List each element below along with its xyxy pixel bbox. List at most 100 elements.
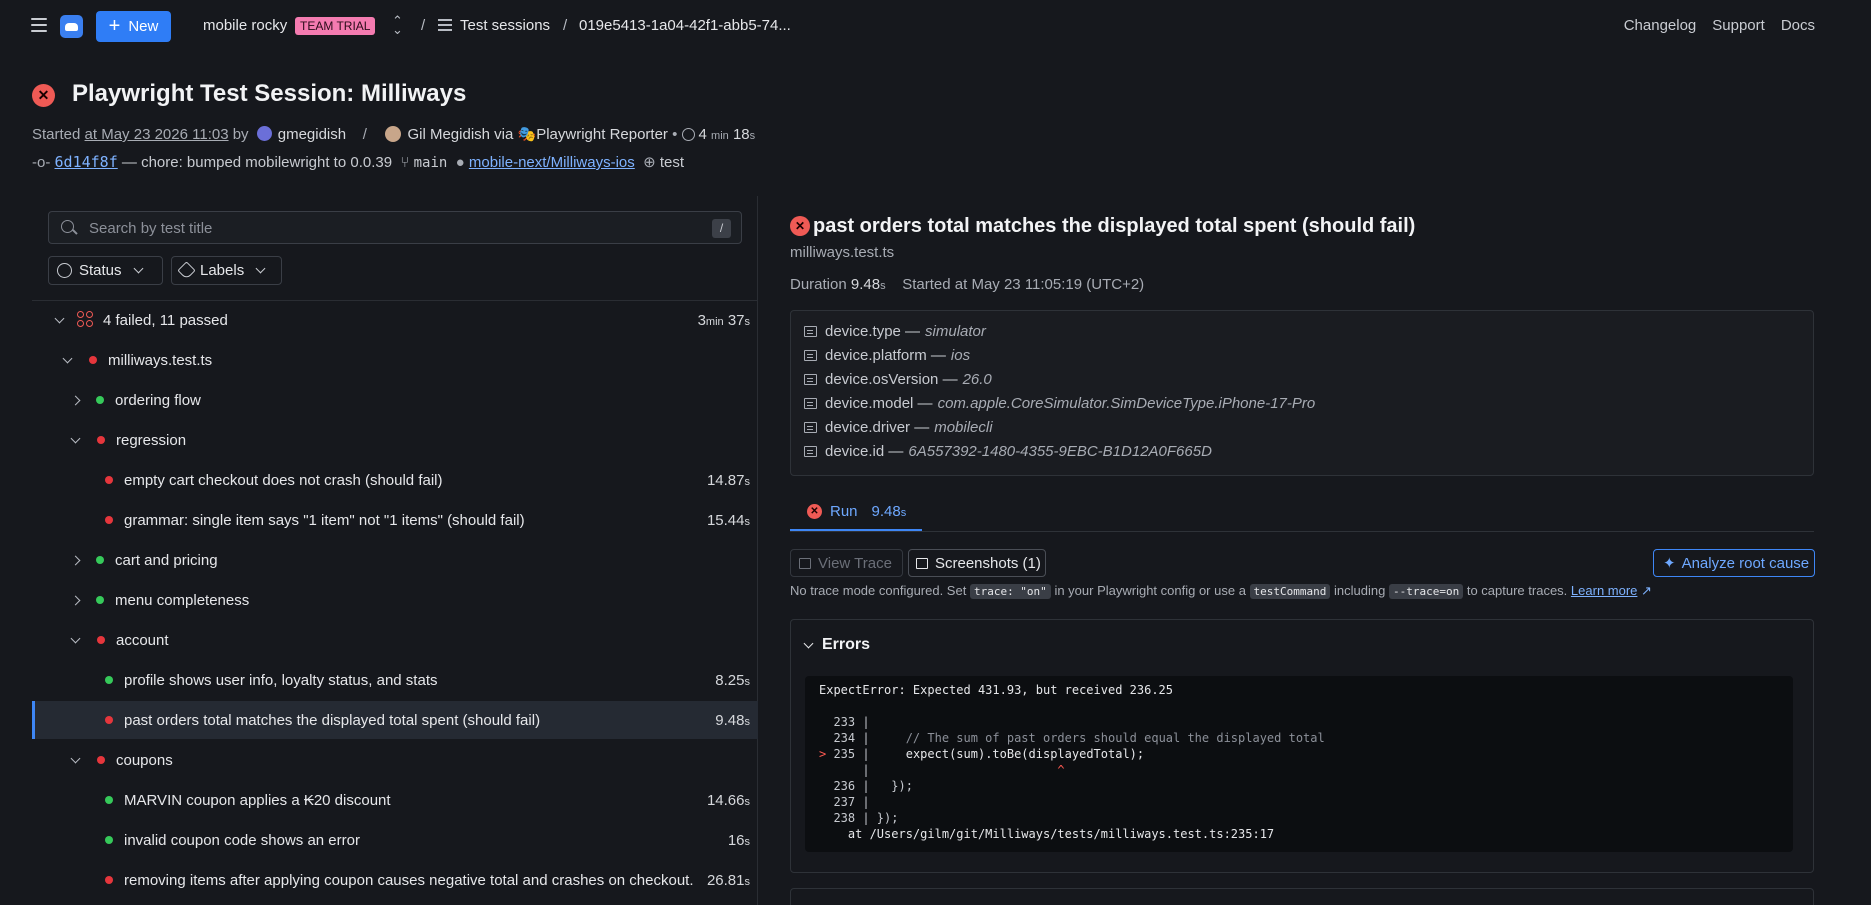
chevron-down-icon (133, 263, 143, 274)
trace-note: No trace mode configured. Set trace: "on… (790, 583, 1652, 599)
docs-link[interactable]: Docs (1781, 17, 1815, 34)
commit-sha-link[interactable]: 6d14f8f (55, 153, 118, 171)
learn-more-link[interactable]: Learn more (1571, 583, 1637, 598)
tree-group-cart-and-pricing[interactable]: cart and pricing (32, 541, 758, 579)
search-box: / (48, 211, 742, 244)
session-meta: Started at May 23 2026 11:03 by gmegidis… (32, 126, 756, 143)
user-avatar (256, 126, 272, 141)
labels-filter[interactable]: Labels (171, 256, 282, 285)
annotation-device-driver: device.driver — mobilecli (804, 419, 993, 436)
error-code-block: ExpectError: Expected 431.93, but receiv… (805, 676, 1793, 852)
circle-check-icon (57, 263, 72, 278)
commit-icon: -o- (32, 154, 51, 171)
search-input[interactable] (89, 218, 669, 238)
test-row[interactable]: empty cart checkout does not crash (shou… (32, 461, 758, 499)
test-row[interactable]: removing items after applying coupon cau… (32, 861, 758, 899)
chevron-down-icon (54, 313, 65, 323)
annotation-device-type: device.type — simulator (804, 323, 986, 340)
divider (790, 531, 1814, 532)
note-icon (804, 374, 817, 385)
app-logo[interactable] (60, 15, 83, 38)
chevron-down-icon (70, 433, 81, 443)
test-file: milliways.test.ts (790, 244, 895, 261)
tree-file-row[interactable]: milliways.test.ts (32, 341, 758, 379)
tree-group-menu-completeness[interactable]: menu completeness (32, 581, 758, 619)
environment: test (659, 154, 685, 171)
annotation-device-os-version: device.osVersion —26.0 (804, 371, 992, 388)
chevron-right-icon (70, 595, 81, 605)
failed-status-icon: ✕ (807, 504, 822, 519)
repo-link[interactable]: mobile-next/Milliways-ios (469, 154, 635, 171)
test-row-selected[interactable]: past orders total matches the displayed … (32, 701, 758, 739)
passed-dot (96, 396, 104, 404)
stack-location: at /Users/gilm/git/Milliways/tests/milli… (819, 827, 1275, 841)
test-row[interactable]: grammar: single item says "1 item" not "… (32, 501, 758, 539)
failed-dot (105, 516, 113, 524)
tab-run[interactable]: ✕ Run 9.48s (790, 494, 922, 532)
test-row[interactable]: profile shows user info, loyalty status,… (32, 661, 758, 699)
passed-dot (105, 796, 113, 804)
support-link[interactable]: Support (1712, 17, 1765, 34)
breadcrumb-separator: / (563, 17, 568, 34)
clock-icon (681, 128, 695, 141)
note-icon (804, 350, 817, 361)
author-avatar (385, 126, 402, 142)
tree-group-ordering-flow[interactable]: ordering flow (32, 381, 758, 419)
failed-dot (97, 636, 105, 644)
note-icon (804, 326, 817, 337)
chevron-down-icon (255, 263, 266, 274)
failed-status-icon: ✕ (790, 216, 810, 236)
reporter: Playwright Reporter (536, 126, 668, 143)
annotation-device-model: device.model — com.apple.CoreSimulator.Si… (804, 395, 1315, 412)
analyze-root-cause-button[interactable]: ✦ Analyze root cause (1653, 549, 1815, 577)
screenshots-button[interactable]: Screenshots (1) (908, 549, 1046, 577)
started-time: at May 23 2026 11:03 (84, 126, 229, 143)
page-title: Playwright Test Session: Milliways (72, 80, 467, 107)
branch-name: main (413, 155, 448, 171)
failed-dot (97, 756, 105, 764)
passed-dot (105, 836, 113, 844)
trace-icon (799, 557, 811, 569)
test-detail-title: past orders total matches the displayed … (813, 215, 1416, 237)
tree-group-account[interactable]: account (32, 621, 758, 659)
chevron-down-icon (803, 638, 814, 648)
test-row[interactable]: MARVIN coupon applies a ₭20 discount 14.… (32, 781, 758, 819)
breadcrumb-session-id[interactable]: 019e5413-1a04-42f1-abb5-74... (579, 17, 791, 34)
passed-dot (96, 596, 104, 604)
failed-status-icon: ✕ (32, 84, 55, 107)
chevron-right-icon (70, 395, 81, 405)
chevron-down-icon (70, 633, 81, 643)
errors-toggle[interactable]: Errors (803, 636, 870, 654)
errors-section: Errors ExpectError: Expected 431.93, but… (790, 619, 1814, 873)
top-bar: + New mobile rocky TEAM TRIAL ⌃ ⌄ / Test s… (0, 0, 1871, 52)
commit-message: — chore: bumped mobilewright to 0.0.39 (121, 154, 393, 171)
tree-group-regression[interactable]: regression (32, 421, 758, 459)
menu-icon[interactable] (31, 18, 47, 32)
plus-icon: + (108, 14, 121, 37)
status-filter[interactable]: Status (48, 256, 163, 285)
summary-row[interactable]: 4 failed, 11 passed 3min 37s (32, 301, 758, 339)
annotation-device-id: device.id —6A557392-1480-4355-9EBC-B1D12… (804, 443, 1212, 460)
branch-icon: ⑂ (400, 154, 410, 171)
chevron-updown-icon[interactable]: ⌃ ⌄ (392, 14, 403, 36)
next-section (790, 888, 1814, 905)
test-row[interactable]: invalid coupon code shows an error 16s (32, 821, 758, 859)
changelog-link[interactable]: Changelog (1624, 17, 1697, 34)
failed-dot (105, 876, 113, 884)
failed-dot (97, 436, 105, 444)
failed-dot (105, 476, 113, 484)
sparkle-icon: ✦ (1663, 555, 1676, 572)
passed-dot (96, 556, 104, 564)
view-trace-button[interactable]: View Trace (790, 549, 903, 577)
failed-dot (105, 716, 113, 724)
tree-group-coupons[interactable]: coupons (32, 741, 758, 779)
search-icon (61, 220, 74, 233)
new-button[interactable]: + New (96, 11, 171, 42)
username: gmegidish (277, 126, 347, 143)
reporter-icon: 🎭 (517, 126, 537, 143)
breadcrumb-test-sessions[interactable]: Test sessions (460, 17, 550, 34)
org-name[interactable]: mobile rocky (203, 17, 287, 34)
note-icon (804, 446, 817, 457)
note-icon (804, 422, 817, 433)
test-timing: Duration 9.48s Started at May 23 11:05:1… (790, 276, 1145, 293)
